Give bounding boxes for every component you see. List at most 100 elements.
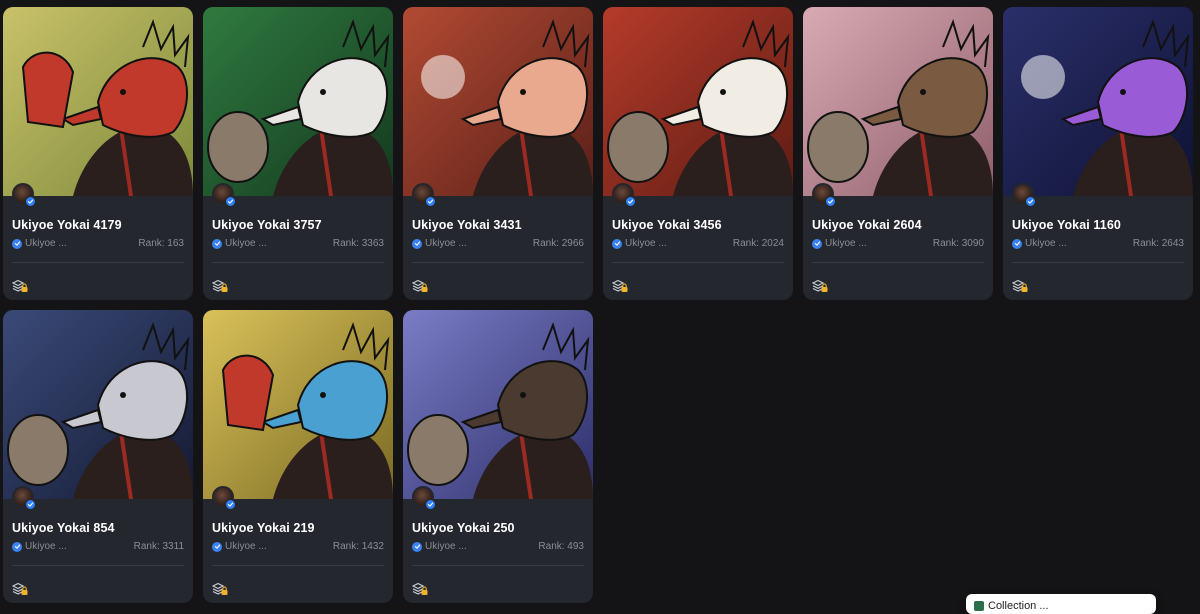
- nft-meta: Ukiyoe ... Rank: 1432: [212, 541, 384, 552]
- collection-link[interactable]: Ukiyoe ...: [412, 541, 467, 552]
- rank-label: Rank: 1432: [332, 541, 384, 552]
- nft-image[interactable]: [403, 310, 593, 499]
- collection-link[interactable]: Ukiyoe ...: [212, 541, 267, 552]
- collection-link[interactable]: Ukiyoe ...: [12, 238, 67, 249]
- nft-image[interactable]: [403, 7, 593, 196]
- nft-card[interactable]: Ukiyoe Yokai 3431 Ukiyoe ... Rank: 2966: [403, 7, 593, 300]
- divider: [412, 565, 584, 566]
- collection-name: Ukiyoe ...: [25, 238, 67, 249]
- verified-icon: [425, 196, 436, 207]
- collection-name: Ukiyoe ...: [1025, 238, 1067, 249]
- verified-icon: [625, 196, 636, 207]
- nft-card[interactable]: Ukiyoe Yokai 250 Ukiyoe ... Rank: 493: [403, 310, 593, 603]
- verified-icon: [1012, 238, 1022, 249]
- staked-locked-icon: [211, 279, 228, 293]
- nft-card[interactable]: Ukiyoe Yokai 3456 Ukiyoe ... Rank: 2024: [603, 7, 793, 300]
- divider: [12, 565, 184, 566]
- collection-name: Ukiyoe ...: [825, 238, 867, 249]
- nft-title[interactable]: Ukiyoe Yokai 854: [12, 521, 115, 535]
- nft-meta: Ukiyoe ... Rank: 3363: [212, 238, 384, 249]
- nft-image[interactable]: [1003, 7, 1193, 196]
- nft-card[interactable]: Ukiyoe Yokai 1160 Ukiyoe ... Rank: 2643: [1003, 7, 1193, 300]
- nft-meta: Ukiyoe ... Rank: 2643: [1012, 238, 1184, 249]
- divider: [212, 262, 384, 263]
- nft-image[interactable]: [203, 7, 393, 196]
- collection-link[interactable]: Ukiyoe ...: [1012, 238, 1067, 249]
- collection-link[interactable]: Ukiyoe ...: [612, 238, 667, 249]
- verified-icon: [12, 238, 22, 249]
- collection-name: Ukiyoe ...: [225, 238, 267, 249]
- nft-card[interactable]: Ukiyoe Yokai 2604 Ukiyoe ... Rank: 3090: [803, 7, 993, 300]
- nft-card[interactable]: Ukiyoe Yokai 3757 Ukiyoe ... Rank: 3363: [203, 7, 393, 300]
- nft-card[interactable]: Ukiyoe Yokai 219 Ukiyoe ... Rank: 1432: [203, 310, 393, 603]
- verified-icon: [225, 196, 236, 207]
- nft-meta: Ukiyoe ... Rank: 493: [412, 541, 584, 552]
- divider: [12, 262, 184, 263]
- staked-locked-icon: [411, 582, 428, 596]
- collection-link[interactable]: Ukiyoe ...: [212, 238, 267, 249]
- rank-label: Rank: 3311: [133, 541, 184, 552]
- staked-locked-icon: [1011, 279, 1028, 293]
- rank-label: Rank: 493: [538, 541, 584, 552]
- nft-meta: Ukiyoe ... Rank: 163: [12, 238, 184, 249]
- rank-label: Rank: 2643: [1132, 238, 1184, 249]
- nft-title[interactable]: Ukiyoe Yokai 219: [212, 521, 315, 535]
- verified-icon: [212, 541, 222, 552]
- rank-label: Rank: 163: [138, 238, 184, 249]
- verified-icon: [825, 196, 836, 207]
- verified-icon: [812, 238, 822, 249]
- nft-meta: Ukiyoe ... Rank: 2024: [612, 238, 784, 249]
- divider: [412, 262, 584, 263]
- collection-link[interactable]: Ukiyoe ...: [812, 238, 867, 249]
- verified-icon: [412, 541, 422, 552]
- toast-text: Collection ...: [988, 600, 1049, 612]
- nft-image[interactable]: [603, 7, 793, 196]
- verified-icon: [212, 238, 222, 249]
- nft-meta: Ukiyoe ... Rank: 3090: [812, 238, 984, 249]
- collection-name: Ukiyoe ...: [425, 541, 467, 552]
- rank-label: Rank: 3090: [932, 238, 984, 249]
- staked-locked-icon: [811, 279, 828, 293]
- rank-label: Rank: 2966: [532, 238, 584, 249]
- verified-icon: [225, 499, 236, 510]
- nft-meta: Ukiyoe ... Rank: 3311: [12, 541, 184, 552]
- verified-icon: [1025, 196, 1036, 207]
- toast-icon: [974, 601, 984, 611]
- staked-locked-icon: [411, 279, 428, 293]
- staked-locked-icon: [211, 582, 228, 596]
- nft-title[interactable]: Ukiyoe Yokai 3757: [212, 218, 322, 232]
- nft-title[interactable]: Ukiyoe Yokai 250: [412, 521, 515, 535]
- divider: [812, 262, 984, 263]
- nft-image[interactable]: [203, 310, 393, 499]
- nft-title[interactable]: Ukiyoe Yokai 2604: [812, 218, 922, 232]
- nft-title[interactable]: Ukiyoe Yokai 3431: [412, 218, 522, 232]
- nft-meta: Ukiyoe ... Rank: 2966: [412, 238, 584, 249]
- collection-name: Ukiyoe ...: [425, 238, 467, 249]
- nft-card[interactable]: Ukiyoe Yokai 4179 Ukiyoe ... Rank: 163: [3, 7, 193, 300]
- collection-name: Ukiyoe ...: [625, 238, 667, 249]
- verified-icon: [412, 238, 422, 249]
- nft-title[interactable]: Ukiyoe Yokai 4179: [12, 218, 122, 232]
- nft-image[interactable]: [3, 7, 193, 196]
- nft-card[interactable]: Ukiyoe Yokai 854 Ukiyoe ... Rank: 3311: [3, 310, 193, 603]
- notification-toast[interactable]: Collection ...: [966, 594, 1156, 614]
- divider: [1012, 262, 1184, 263]
- nft-grid: Ukiyoe Yokai 4179 Ukiyoe ... Rank: 163 U…: [3, 7, 1193, 603]
- staked-locked-icon: [611, 279, 628, 293]
- verified-icon: [12, 541, 22, 552]
- divider: [212, 565, 384, 566]
- staked-locked-icon: [11, 279, 28, 293]
- nft-title[interactable]: Ukiyoe Yokai 3456: [612, 218, 722, 232]
- collection-link[interactable]: Ukiyoe ...: [412, 238, 467, 249]
- staked-locked-icon: [11, 582, 28, 596]
- nft-image[interactable]: [3, 310, 193, 499]
- verified-icon: [25, 196, 36, 207]
- nft-image[interactable]: [803, 7, 993, 196]
- divider: [612, 262, 784, 263]
- nft-title[interactable]: Ukiyoe Yokai 1160: [1012, 218, 1121, 232]
- rank-label: Rank: 2024: [732, 238, 784, 249]
- verified-icon: [425, 499, 436, 510]
- verified-icon: [612, 238, 622, 249]
- collection-link[interactable]: Ukiyoe ...: [12, 541, 67, 552]
- verified-icon: [25, 499, 36, 510]
